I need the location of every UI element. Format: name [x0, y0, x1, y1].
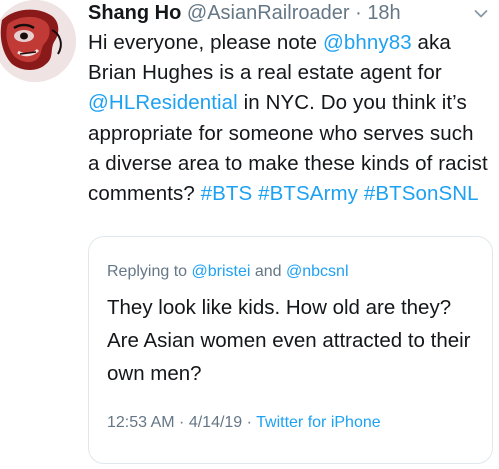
tweet-source-link[interactable]: Twitter for iPhone [256, 414, 381, 431]
mention-link[interactable]: @bhny83 [323, 31, 412, 54]
separator-dot: · [355, 2, 362, 24]
replying-to: Replying to @bristei and @nbcsnl [107, 261, 474, 283]
tweet-body: Hi everyone, please note @bhny83 aka Bri… [88, 28, 488, 209]
reply-user-link[interactable]: @bristei [192, 263, 251, 280]
hashtag-link[interactable]: #BTSonSNL [364, 182, 479, 205]
hashtag-link[interactable]: #BTSArmy [258, 182, 358, 205]
tweet: Shang Ho @AsianRailroader · 18h Hi every… [0, 0, 499, 469]
replying-prefix: Replying to [107, 263, 192, 280]
quoted-tweet-meta: 12:53 AM · 4/14/19 · Twitter for iPhone [107, 412, 474, 434]
mention-link[interactable]: @HLResidential [88, 91, 238, 114]
avatar-image [0, 0, 76, 82]
body-text-part: Hi everyone, please note [88, 31, 323, 54]
display-name[interactable]: Shang Ho [88, 2, 181, 24]
quoted-tweet-time[interactable]: 12:53 AM · 4/14/19 · [107, 414, 256, 431]
reply-user-link[interactable]: @nbcsnl [286, 263, 349, 280]
quoted-tweet-text: They look like kids. How old are they? A… [107, 296, 471, 385]
chevron-down-icon[interactable] [473, 6, 489, 22]
quoted-tweet[interactable]: Replying to @bristei and @nbcsnl They lo… [88, 236, 493, 464]
user-handle[interactable]: @AsianRailroader [187, 2, 350, 24]
tweet-time[interactable]: 18h [367, 2, 400, 24]
tweet-header: Shang Ho @AsianRailroader · 18h [88, 0, 488, 30]
avatar[interactable] [0, 0, 76, 82]
hashtag-link[interactable]: #BTS [201, 182, 253, 205]
replying-and: and [250, 263, 287, 280]
